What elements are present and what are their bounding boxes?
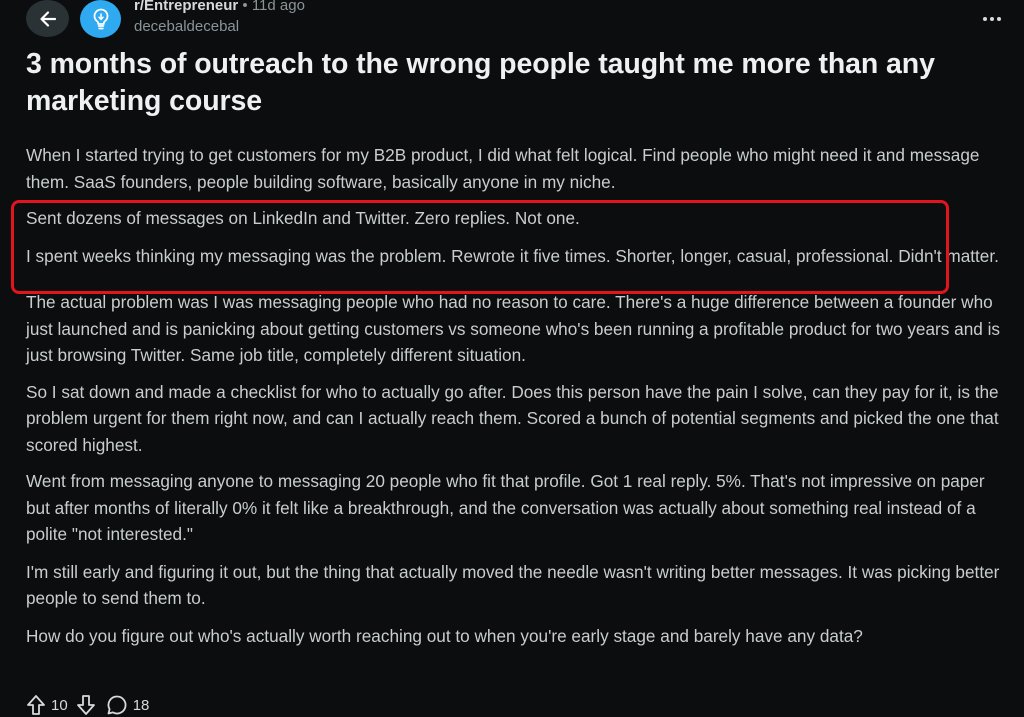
post-age: 11d ago: [251, 0, 305, 14]
back-button[interactable]: [26, 0, 69, 37]
lightbulb-icon: [93, 8, 108, 30]
post-page: r/Entrepreneur • 11d ago decebaldecebal …: [0, 0, 1024, 717]
post-body: When I started trying to get customers f…: [26, 142, 1011, 649]
post-action-bar: 10 18: [26, 692, 149, 717]
body-paragraph: How do you figure out who's actually wor…: [26, 625, 863, 646]
body-paragraph: I spent weeks thinking my messaging was …: [26, 245, 999, 266]
upvote-button[interactable]: [26, 694, 46, 716]
body-paragraph: Went from messaging anyone to messaging …: [26, 471, 985, 544]
body-paragraph: Sent dozens of messages on LinkedIn and …: [26, 208, 580, 228]
author-name[interactable]: decebaldecebal: [134, 18, 239, 35]
body-paragraph: The actual problem was I was messaging p…: [26, 292, 1000, 365]
more-horizontal-icon: [983, 17, 1001, 21]
subreddit-avatar[interactable]: [80, 0, 121, 38]
comment-bubble-icon: [107, 695, 127, 715]
post-header: r/Entrepreneur • 11d ago decebaldecebal: [0, 0, 1024, 42]
arrow-left-icon: [39, 10, 56, 27]
post-title: 3 months of outreach to the wrong people…: [26, 48, 935, 117]
more-options-button[interactable]: [976, 6, 1008, 32]
comments-button[interactable]: 18: [106, 694, 150, 716]
subreddit-name[interactable]: r/Entrepreneur: [134, 0, 238, 14]
upvote-count: 10: [51, 696, 68, 714]
meta-separator: •: [242, 0, 248, 14]
body-paragraph: When I started trying to get customers f…: [26, 145, 980, 192]
post-meta: r/Entrepreneur • 11d ago: [134, 0, 305, 14]
body-paragraph: I'm still early and figuring it out, but…: [26, 561, 1000, 609]
downvote-button[interactable]: [76, 694, 96, 716]
arrow-up-icon: [27, 695, 45, 715]
body-paragraph: So I sat down and made a checklist for w…: [26, 381, 999, 455]
comment-count: 18: [132, 696, 150, 714]
arrow-down-icon: [76, 695, 95, 715]
